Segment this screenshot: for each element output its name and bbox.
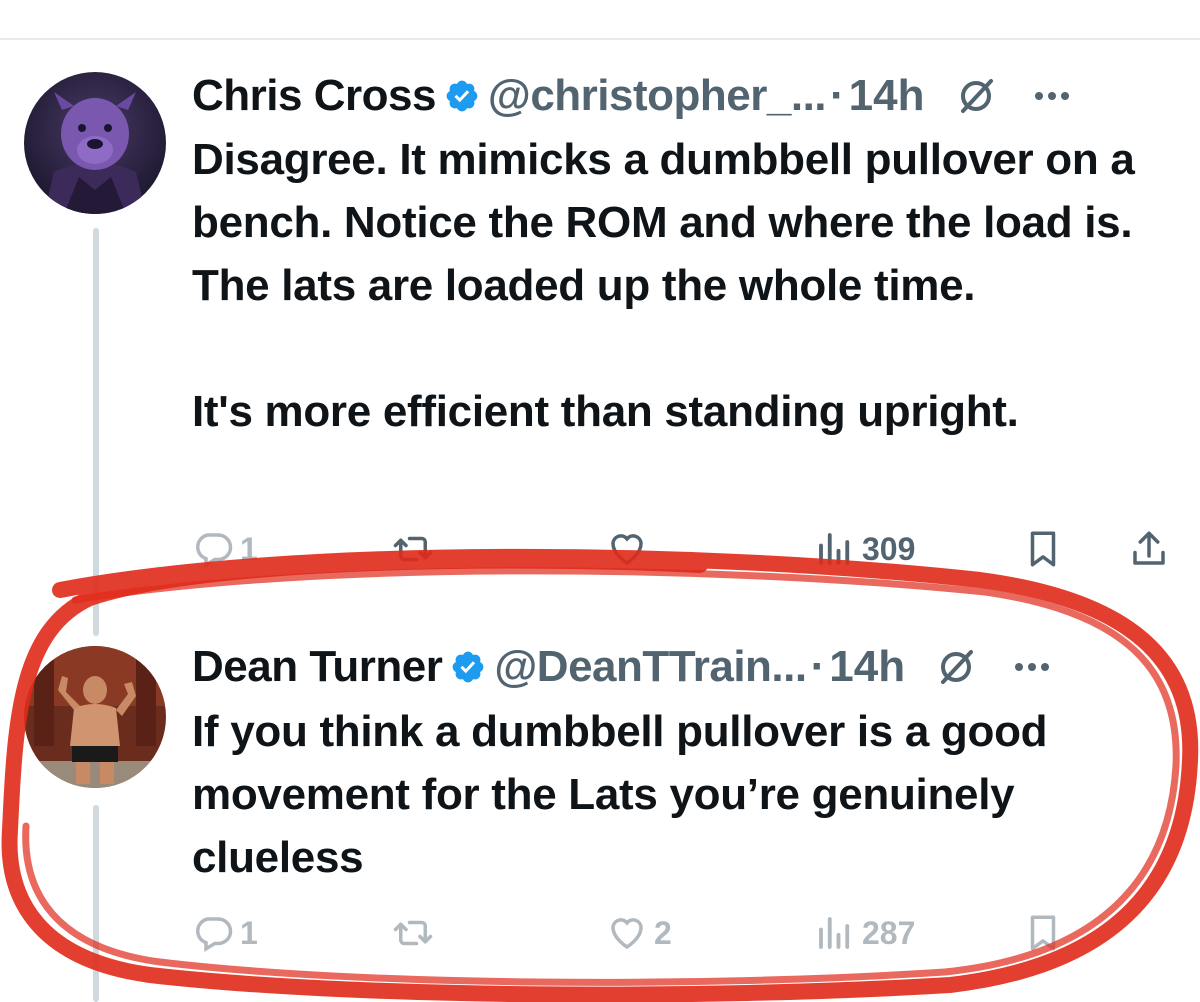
more-options-icon[interactable] — [1033, 90, 1071, 102]
tweet-header: Dean Turner @DeanTTrain... · 14h — [192, 637, 1051, 697]
reply-count: 1 — [240, 530, 258, 567]
views-button[interactable]: 287 — [814, 912, 915, 954]
gym-selfie-avatar-icon — [24, 646, 166, 788]
like-button[interactable]: 2 — [606, 912, 672, 954]
share-button[interactable] — [1128, 528, 1170, 570]
retweet-button[interactable] — [392, 912, 440, 954]
reply-icon — [196, 533, 233, 568]
tweet-time[interactable]: 14h — [829, 642, 905, 692]
reply-button[interactable]: 1 — [192, 912, 258, 954]
heart-icon — [611, 918, 643, 950]
bookmark-icon — [1030, 915, 1056, 951]
view-count: 287 — [862, 914, 916, 951]
author-name[interactable]: Dean Turner — [192, 642, 443, 692]
separator-dot: · — [810, 642, 826, 691]
like-button[interactable] — [606, 528, 654, 570]
bookmark-icon — [1030, 531, 1056, 567]
bookmark-button[interactable] — [1022, 528, 1064, 570]
thread-line — [93, 805, 99, 1002]
verified-badge-icon — [446, 80, 478, 112]
author-name[interactable]: Chris Cross — [192, 71, 436, 121]
bookmark-button[interactable] — [1022, 912, 1064, 954]
tweet-actions: 1 309 — [192, 528, 1182, 578]
purple-pitbull-avatar-icon — [24, 72, 166, 214]
retweet-icon — [393, 920, 433, 946]
retweet-button[interactable] — [392, 528, 440, 570]
author-handle[interactable]: @christopher_... — [488, 71, 827, 121]
reply-icon — [196, 917, 233, 952]
tweet-header: Chris Cross @christopher_... · 14h — [192, 66, 1071, 126]
reply-button[interactable]: 1 — [192, 528, 258, 570]
tweet-text: If you think a dumbbell pullover is a go… — [192, 707, 1060, 882]
tweet-actions: 1 2 287 — [192, 912, 1182, 962]
grok-icon[interactable] — [935, 646, 977, 688]
avatar-dean-turner[interactable] — [24, 646, 166, 788]
tweet-text: Disagree. It mimicks a dumbbell pullover… — [192, 135, 1135, 436]
avatar-chris-cross[interactable] — [24, 72, 166, 214]
tweet-time[interactable]: 14h — [849, 71, 925, 121]
like-count: 2 — [654, 914, 672, 951]
verified-badge-icon — [453, 651, 484, 683]
views-chart-icon — [819, 533, 850, 565]
heart-icon — [611, 534, 643, 566]
retweet-icon — [393, 536, 433, 562]
top-divider — [0, 38, 1200, 40]
more-options-icon[interactable] — [1013, 661, 1051, 673]
view-count: 309 — [862, 530, 916, 567]
views-button[interactable]: 309 — [814, 528, 915, 570]
reply-count: 1 — [240, 914, 258, 951]
views-chart-icon — [819, 917, 850, 949]
author-handle[interactable]: @DeanTTrain... — [494, 642, 807, 692]
share-icon — [1133, 531, 1165, 565]
separator-dot: · — [830, 71, 845, 120]
thread-line — [93, 228, 99, 636]
grok-icon[interactable] — [955, 75, 997, 117]
